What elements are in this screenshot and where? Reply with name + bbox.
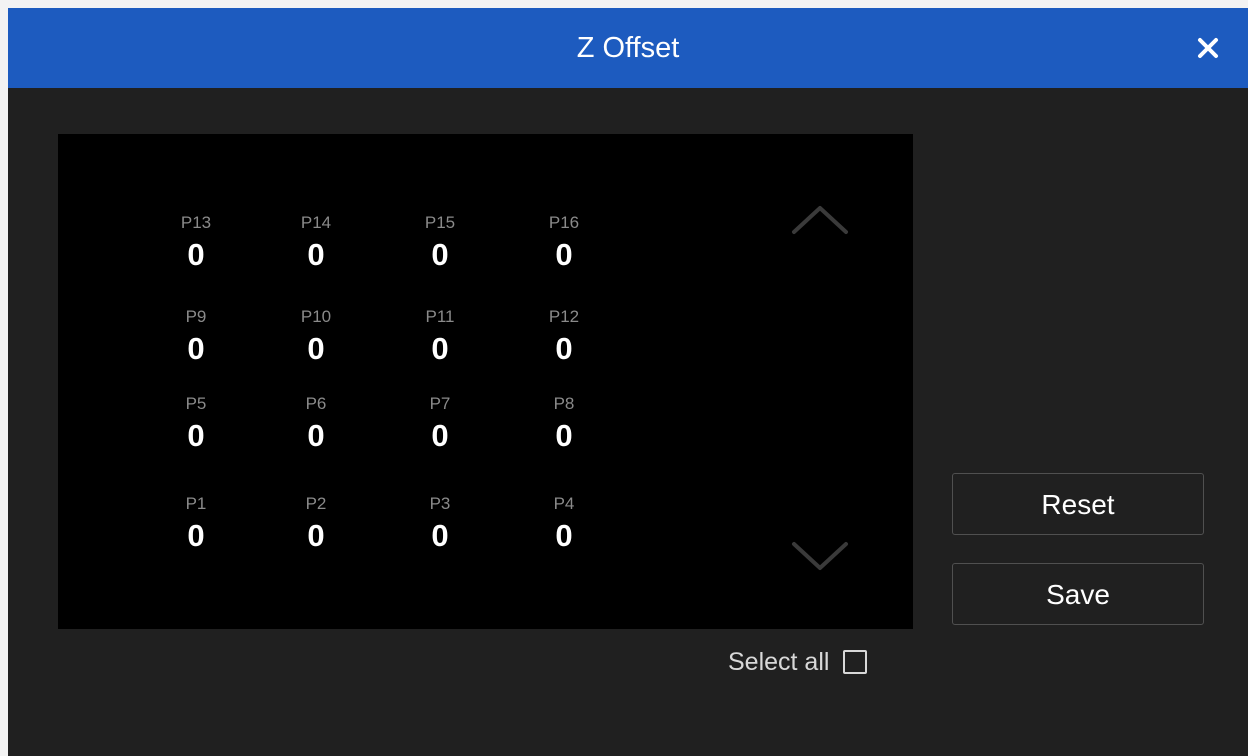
offset-cell-p8[interactable]: P8 0 (514, 392, 614, 456)
offset-cell-p10[interactable]: P10 0 (266, 305, 366, 369)
point-label: P7 (429, 394, 451, 413)
point-value: 0 (307, 237, 325, 272)
reset-button[interactable]: Reset (952, 473, 1204, 535)
offset-cell-p7[interactable]: P7 0 (390, 392, 490, 456)
point-label: P9 (185, 307, 207, 326)
save-button[interactable]: Save (952, 563, 1204, 625)
point-value: 0 (431, 237, 449, 272)
point-value: 0 (431, 518, 449, 553)
point-value: 0 (555, 331, 573, 366)
offset-cell-p11[interactable]: P11 0 (390, 305, 490, 369)
point-value: 0 (187, 418, 205, 453)
offset-cell-p5[interactable]: P5 0 (146, 392, 246, 456)
offset-cell-p15[interactable]: P15 0 (390, 211, 490, 275)
point-label: P3 (429, 494, 451, 513)
point-label: P12 (548, 307, 580, 326)
point-label: P8 (553, 394, 575, 413)
chevron-up-icon[interactable] (788, 200, 852, 240)
offset-cell-p2[interactable]: P2 0 (266, 492, 366, 556)
offset-grid-panel: P13 0 P14 0 P15 0 P16 0 P9 0 P10 0 P11 0… (58, 134, 913, 629)
point-value: 0 (555, 237, 573, 272)
offset-cell-p16[interactable]: P16 0 (514, 211, 614, 275)
point-label: P5 (185, 394, 207, 413)
point-value: 0 (555, 518, 573, 553)
offset-cell-p4[interactable]: P4 0 (514, 492, 614, 556)
point-value: 0 (555, 418, 573, 453)
point-label: P15 (424, 213, 456, 232)
app-frame: Z Offset P13 0 P14 0 P15 0 P16 0 P9 0 P1… (0, 0, 1248, 756)
point-value: 0 (431, 331, 449, 366)
close-icon[interactable] (1192, 32, 1224, 64)
point-value: 0 (307, 331, 325, 366)
point-label: P6 (305, 394, 327, 413)
point-label: P2 (305, 494, 327, 513)
point-value: 0 (187, 331, 205, 366)
dialog-titlebar: Z Offset (8, 8, 1248, 88)
offset-cell-p12[interactable]: P12 0 (514, 305, 614, 369)
select-all-checkbox[interactable] (843, 650, 868, 674)
dialog-title: Z Offset (576, 32, 680, 64)
point-value: 0 (307, 518, 325, 553)
offset-cell-p9[interactable]: P9 0 (146, 305, 246, 369)
chevron-down-icon[interactable] (788, 536, 852, 576)
point-label: P14 (300, 213, 332, 232)
point-value: 0 (307, 418, 325, 453)
point-label: P4 (553, 494, 575, 513)
offset-cell-p14[interactable]: P14 0 (266, 211, 366, 275)
point-label: P10 (300, 307, 332, 326)
point-value: 0 (187, 237, 205, 272)
point-label: P1 (185, 494, 207, 513)
point-value: 0 (431, 418, 449, 453)
offset-cell-p3[interactable]: P3 0 (390, 492, 490, 556)
offset-cell-p13[interactable]: P13 0 (146, 211, 246, 275)
select-all-label: Select all (728, 647, 830, 676)
point-value: 0 (187, 518, 205, 553)
select-all-control[interactable]: Select all (728, 645, 868, 679)
z-offset-dialog: Z Offset P13 0 P14 0 P15 0 P16 0 P9 0 P1… (8, 8, 1248, 756)
point-label: P11 (425, 307, 455, 326)
point-label: P16 (548, 213, 580, 232)
point-label: P13 (180, 213, 212, 232)
offset-cell-p1[interactable]: P1 0 (146, 492, 246, 556)
offset-cell-p6[interactable]: P6 0 (266, 392, 366, 456)
